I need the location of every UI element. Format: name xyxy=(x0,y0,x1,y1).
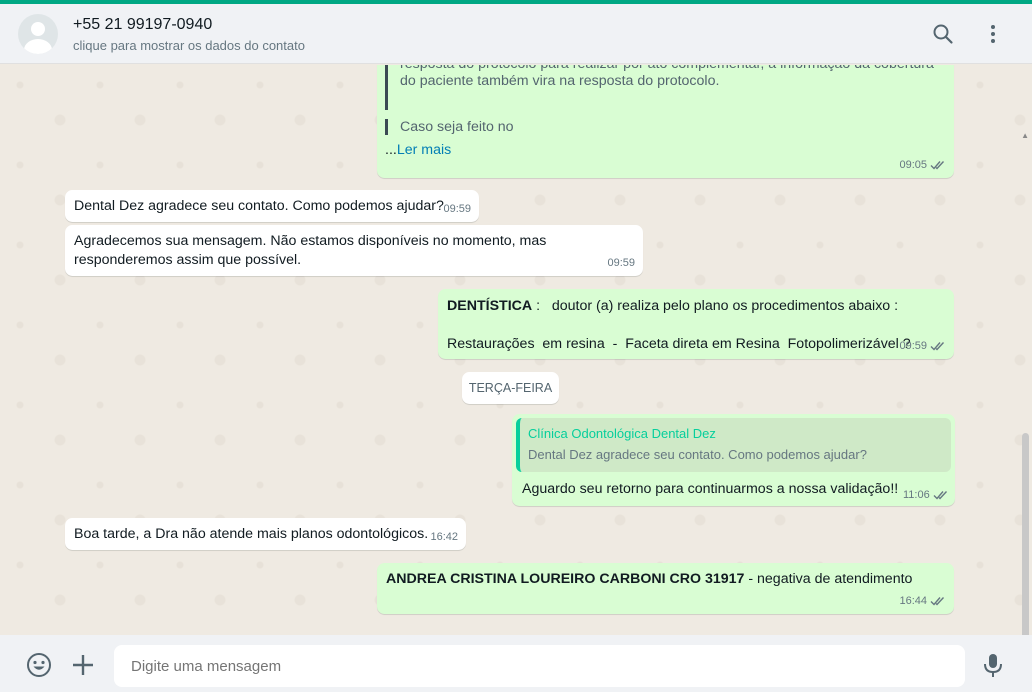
double-check-icon xyxy=(930,342,945,351)
emoji-icon[interactable] xyxy=(26,652,52,678)
message-outgoing[interactable]: DENTÍSTICA : doutor (a) realiza pelo pla… xyxy=(438,289,954,359)
message-text: - negativa de atendimento xyxy=(744,571,913,587)
scrollbar-thumb[interactable] xyxy=(1022,433,1029,635)
menu-icon[interactable] xyxy=(981,22,1005,46)
message-text: Dental Dez agradece seu contato. Como po… xyxy=(74,198,444,214)
contact-info-hint[interactable]: clique para mostrar os dados do contato xyxy=(73,38,305,53)
ellipsis: ... xyxy=(385,142,397,158)
message-incoming[interactable]: Agradecemos sua mensagem. Não estamos di… xyxy=(65,225,643,276)
reply-text: Dental Dez agradece seu contato. Como po… xyxy=(528,447,867,462)
message-text: Agradecemos sua mensagem. Não estamos di… xyxy=(74,233,547,249)
double-check-icon xyxy=(930,597,945,606)
double-check-icon xyxy=(933,491,947,500)
message-text: Aguardo seu retorno para continuarmos a … xyxy=(522,481,899,497)
message-time: 11:06 xyxy=(903,489,930,501)
search-icon[interactable] xyxy=(931,22,955,46)
contact-name[interactable]: +55 21 99197-0940 xyxy=(73,16,212,34)
message-time: 09:05 xyxy=(899,159,927,171)
attach-plus-icon[interactable] xyxy=(70,652,96,678)
chat-area[interactable]: resposta do protocolo para realizar por … xyxy=(0,65,1032,635)
chat-header: +55 21 99197-0940 clique para mostrar os… xyxy=(0,4,1032,64)
message-input[interactable] xyxy=(114,645,965,687)
message-text: responderemos assim que possível. xyxy=(74,252,302,268)
message-text: Boa tarde, a Dra não atende mais planos … xyxy=(74,526,429,542)
scroll-up-arrow[interactable]: ▲ xyxy=(1021,131,1029,140)
quoted-line: Caso seja feito no xyxy=(400,119,514,135)
message-time: 16:44 xyxy=(899,595,927,607)
message-text: : doutor (a) realiza pelo plano os proce… xyxy=(532,298,899,314)
contact-avatar[interactable] xyxy=(18,14,58,54)
message-bold-text: ANDREA CRISTINA LOUREIRO CARBONI CRO 319… xyxy=(386,571,745,587)
message-incoming[interactable]: Dental Dez agradece seu contato. Como po… xyxy=(65,190,479,222)
date-divider: TERÇA-FEIRA xyxy=(462,372,559,404)
read-more-link[interactable]: Ler mais xyxy=(397,142,451,158)
message-text: Restaurações em resina - Faceta direta e… xyxy=(447,336,911,352)
message-bold-text: DENTÍSTICA xyxy=(447,298,533,314)
composer-bar xyxy=(0,635,1032,692)
message-outgoing[interactable]: resposta do protocolo para realizar por … xyxy=(377,65,954,178)
microphone-icon[interactable] xyxy=(980,652,1006,678)
message-time: 09:59 xyxy=(443,203,471,215)
reply-author: Clínica Odontológica Dental Dez xyxy=(528,426,716,441)
message-outgoing[interactable]: ANDREA CRISTINA LOUREIRO CARBONI CRO 319… xyxy=(377,563,954,614)
message-time: 09:59 xyxy=(607,257,635,269)
quoted-line: do paciente também vira na resposta do p… xyxy=(400,73,720,89)
message-time: 16:42 xyxy=(430,531,458,543)
double-check-icon xyxy=(930,161,945,170)
message-incoming[interactable]: Boa tarde, a Dra não atende mais planos … xyxy=(65,518,466,550)
message-time: 09:59 xyxy=(899,340,927,352)
quoted-reply[interactable]: Clínica Odontológica Dental Dez Dental D… xyxy=(516,418,951,472)
